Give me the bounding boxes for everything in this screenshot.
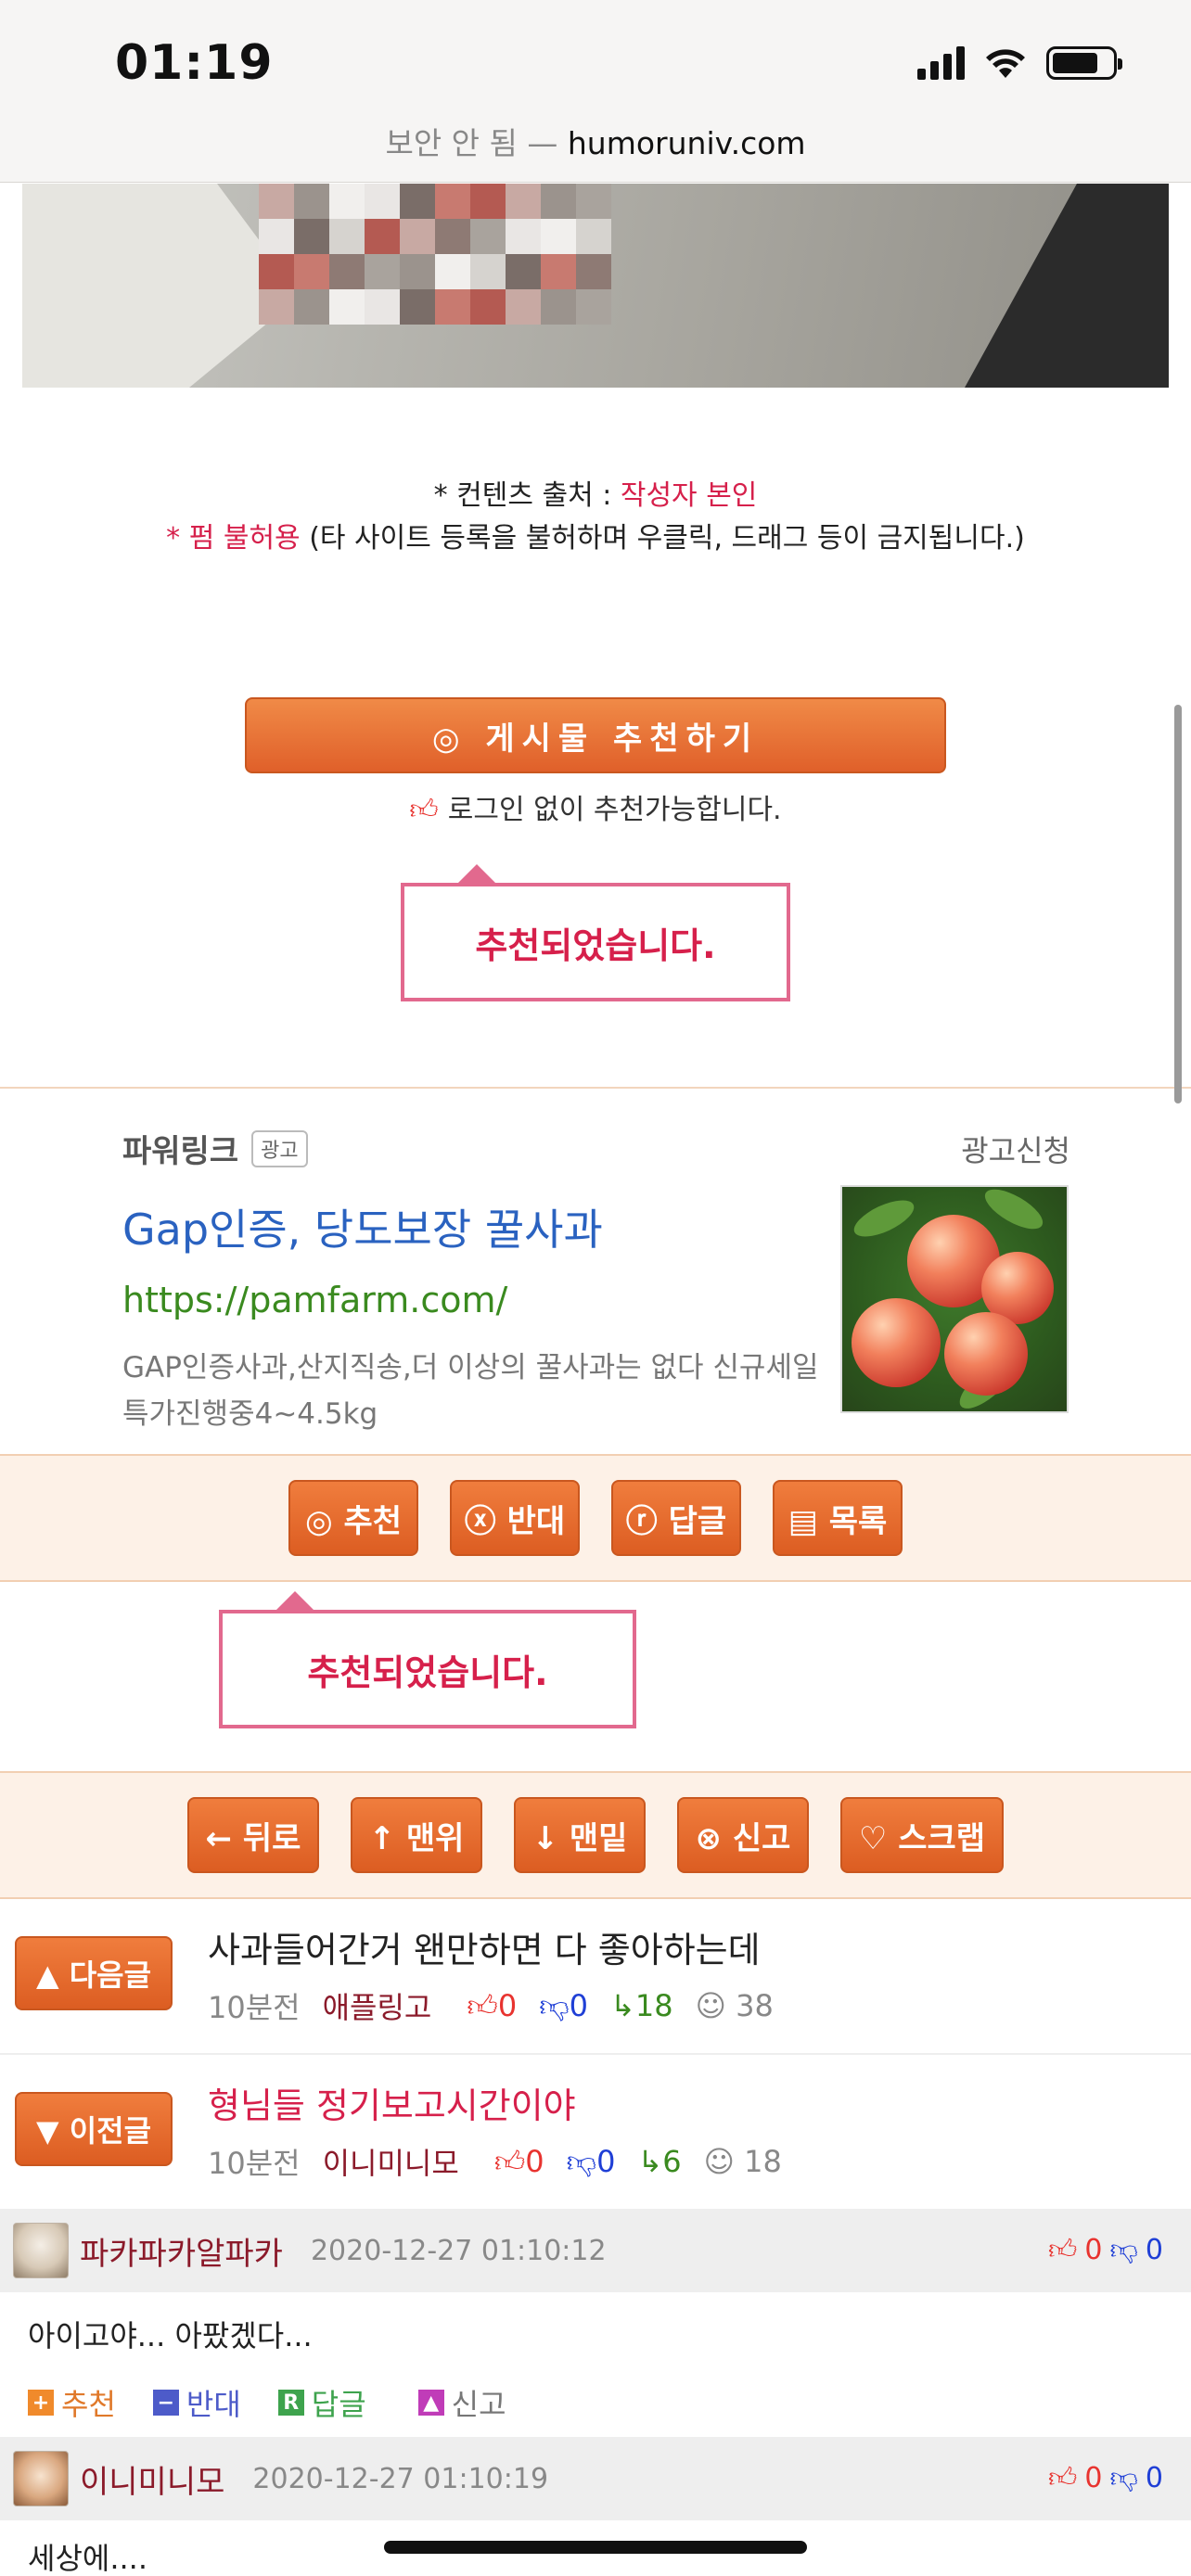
scroll-bottom-button[interactable]: ↓ 맨밑 xyxy=(514,1797,646,1873)
recommend-button[interactable]: ◎ 추천 xyxy=(288,1480,418,1556)
scrap-suffix: (타 사이트 등록을 불허하며 우클릭, 드래그 등이 금지됩니다.) xyxy=(300,522,1025,555)
avatar[interactable] xyxy=(13,2451,69,2506)
scrap-prefix: * xyxy=(166,522,189,555)
next-post-down: 👎︎0 xyxy=(539,1987,589,2023)
siren-icon: ▲ xyxy=(417,2390,444,2416)
ad-badge: 광고 xyxy=(251,1129,308,1167)
thumbs-down-icon: 👎︎ xyxy=(1109,2234,1138,2266)
thumbs-up-icon: 👍︎ xyxy=(467,1987,498,2023)
next-post-meta: 10분전 애플링고 👍︎0 👎︎0 ↳18 ☺ 38 xyxy=(208,1984,774,2027)
smiley-icon: ☺ xyxy=(703,2144,735,2179)
prev-post-author[interactable]: 이니미니모 xyxy=(323,2140,459,2183)
comment-body: 아이고야... 아팠겠다... xyxy=(28,2318,313,2353)
scroll-top-button[interactable]: ↑ 맨위 xyxy=(351,1797,482,1873)
avatar[interactable] xyxy=(13,2223,69,2278)
next-post-author[interactable]: 애플링고 xyxy=(323,1984,432,2027)
next-post-row[interactable]: ▲ 다음글 사과들어간거 왠만하면 다 좋아하는데 10분전 애플링고 👍︎0 … xyxy=(0,1899,1191,2055)
post-navigation-bar: ← 뒤로 ↑ 맨위 ↓ 맨밑 ⊗ 신고 ♡ 스크랩 xyxy=(0,1771,1191,1899)
next-post-replies: ↳18 xyxy=(610,1988,673,2023)
ad-title-link[interactable]: Gap인증, 당도보장 꿀사과 xyxy=(122,1196,603,1257)
post-action-bar: ◎ 추천 ⓧ 반대 ⓡ 답글 ▤ 목록 xyxy=(0,1454,1191,1582)
plus-icon: + xyxy=(28,2390,54,2416)
reply-button[interactable]: ⓡ 답글 xyxy=(611,1480,741,1556)
reply-r-icon: R xyxy=(277,2390,304,2416)
comment-body: 세상에.... xyxy=(28,2541,148,2576)
prev-post-down: 👎︎0 xyxy=(566,2143,616,2179)
scrap-value: 펌 불허용 xyxy=(188,522,301,555)
next-post-time: 10분전 xyxy=(208,1990,301,2025)
wifi-icon xyxy=(986,49,1025,78)
recommended-tooltip: 추천되었습니다. xyxy=(401,864,790,1001)
source-prefix: * 컨텐츠 출처 : xyxy=(433,479,621,512)
cellular-signal-icon xyxy=(917,46,965,80)
comment-votes: 👍︎ 0 👎︎ 0 xyxy=(1048,2462,1163,2494)
thumbs-down-icon: 👎︎ xyxy=(566,2143,597,2179)
status-icons xyxy=(917,46,1122,80)
prev-post-views: ☺ 18 xyxy=(703,2144,782,2179)
home-indicator[interactable] xyxy=(384,2541,807,2554)
thumbs-up-icon: 👍︎ xyxy=(1048,2462,1078,2494)
reply-arrow-icon: ↳ xyxy=(637,2144,663,2179)
comment-votes: 👍︎ 0 👎︎ 0 xyxy=(1048,2234,1163,2266)
scrollbar[interactable] xyxy=(1174,705,1182,1103)
comment-actions: + 추천 − 반대 R 답글 ▲ 신고 xyxy=(28,2381,506,2424)
recommend-post-button[interactable]: ◎ 게시물 추천하기 xyxy=(245,697,946,773)
prev-post-up: 👍︎0 xyxy=(493,2143,544,2179)
prev-post-time: 10분전 xyxy=(208,2146,301,2181)
comment-oppose-button[interactable]: − 반대 xyxy=(152,2381,241,2424)
security-label: 보안 안 됨 — xyxy=(385,125,558,161)
comment-reply-button[interactable]: R 답글 xyxy=(277,2381,366,2424)
comment-recommend-button[interactable]: + 추천 xyxy=(28,2381,116,2424)
status-time: 01:19 xyxy=(115,35,274,91)
battery-icon xyxy=(1046,46,1122,80)
comment-date: 2020-12-27 01:10:12 xyxy=(310,2234,607,2267)
browser-top-bar: 01:19 보안 안 됨 — humoruniv.com xyxy=(0,0,1191,183)
thumbs-up-icon: 👍︎ xyxy=(493,2143,526,2179)
next-post-up: 👍︎0 xyxy=(467,1987,518,2023)
next-post-button[interactable]: ▲ 다음글 xyxy=(15,1936,173,2010)
list-button[interactable]: ▤ 목록 xyxy=(773,1480,903,1556)
address-bar[interactable]: 보안 안 됨 — humoruniv.com xyxy=(0,119,1191,163)
prev-post-meta: 10분전 이니미니모 👍︎0 👎︎0 ↳6 ☺ 18 xyxy=(208,2140,782,2183)
thumbs-up-icon: 👍︎ xyxy=(409,794,439,826)
recommend-notice-text: 로그인 없이 추천가능합니다. xyxy=(447,794,782,826)
smiley-icon: ☺ xyxy=(695,1988,726,2023)
prev-post-row[interactable]: ▼ 이전글 형님들 정기보고시간이야 10분전 이니미니모 👍︎0 👎︎0 ↳6… xyxy=(0,2055,1191,2211)
post-image xyxy=(22,184,1169,388)
report-button[interactable]: ⊗ 신고 xyxy=(677,1797,809,1873)
ad-description: GAP인증사과,산지직송,더 이상의 꿀사과는 없다 신규세일 특가진행중4~4… xyxy=(122,1351,819,1431)
recommended-tooltip-2: 추천되었습니다. xyxy=(219,1591,636,1728)
comment-header: 파카파카알파카 2020-12-27 01:10:12 👍︎ 0 👎︎ 0 xyxy=(0,2209,1191,2292)
comment-author[interactable]: 파카파카알파카 xyxy=(80,2228,283,2274)
oppose-button[interactable]: ⓧ 반대 xyxy=(450,1480,580,1556)
comment-author[interactable]: 이니미니모 xyxy=(80,2456,224,2502)
scrap-button[interactable]: ♡ 스크랩 xyxy=(840,1797,1004,1873)
ad-peach-image[interactable] xyxy=(840,1185,1069,1413)
thumbs-down-icon: 👎︎ xyxy=(1109,2462,1138,2494)
prev-post-title[interactable]: 형님들 정기보고시간이야 xyxy=(208,2077,576,2128)
back-button[interactable]: ← 뒤로 xyxy=(187,1797,319,1873)
content-source-notes: * 컨텐츠 출처 : 작성자 본인 * 펌 불허용 (타 사이트 등록을 불허하… xyxy=(0,475,1191,560)
next-post-title[interactable]: 사과들어간거 왠만하면 다 좋아하는데 xyxy=(208,1921,761,1972)
reply-arrow-icon: ↳ xyxy=(610,1988,635,2023)
minus-icon: − xyxy=(152,2390,179,2416)
ad-label: 파워링크 xyxy=(122,1133,239,1170)
prev-post-replies: ↳6 xyxy=(637,2144,682,2179)
recommend-notice: 👍︎ 로그인 없이 추천가능합니다. xyxy=(0,786,1191,827)
url-host: humoruniv.com xyxy=(567,125,806,161)
thumbs-up-icon: 👍︎ xyxy=(1048,2234,1078,2266)
thumbs-down-icon: 👎︎ xyxy=(539,1987,570,2023)
comment-header: 이니미니모 2020-12-27 01:10:19 👍︎ 0 👎︎ 0 xyxy=(0,2437,1191,2520)
prev-post-button[interactable]: ▼ 이전글 xyxy=(15,2092,173,2166)
comment-date: 2020-12-27 01:10:19 xyxy=(252,2462,549,2495)
power-link-ad: 파워링크 광고 광고신청 Gap인증, 당도보장 꿀사과 https://pam… xyxy=(0,1087,1191,1454)
ad-header: 파워링크 광고 xyxy=(122,1126,308,1171)
next-post-views: ☺ 38 xyxy=(695,1988,774,2023)
source-value: 작성자 본인 xyxy=(620,479,758,512)
ad-apply-link[interactable]: 광고신청 xyxy=(961,1128,1070,1170)
ad-url-link[interactable]: https://pamfarm.com/ xyxy=(122,1280,507,1320)
comment-report-button[interactable]: ▲ 신고 xyxy=(417,2381,506,2424)
